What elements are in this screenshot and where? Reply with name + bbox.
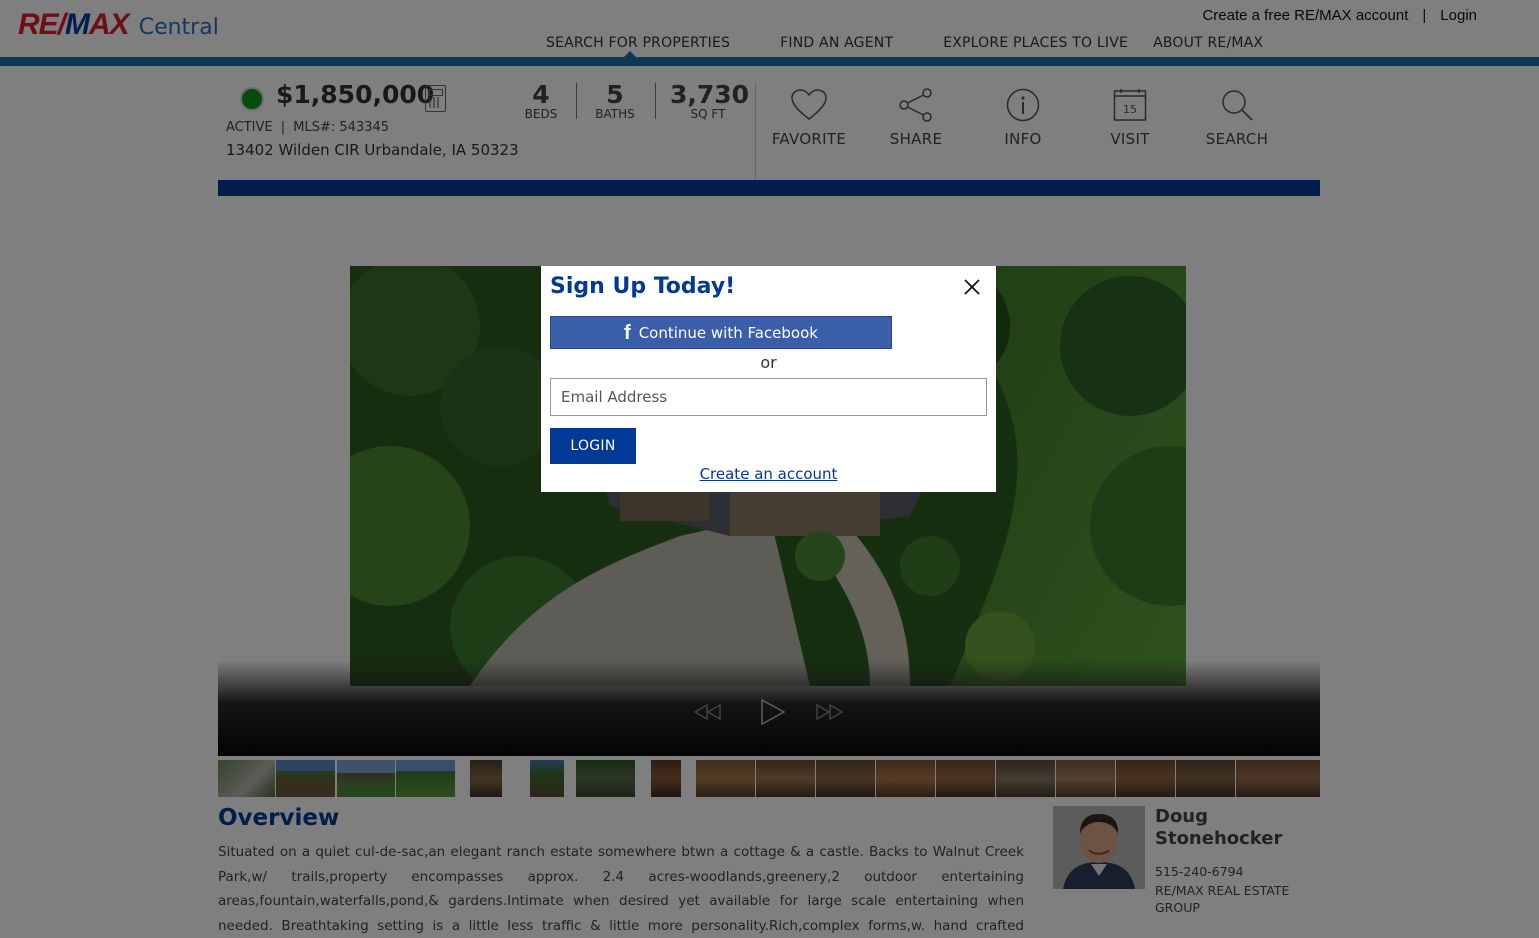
facebook-button-label: Continue with Facebook [638, 323, 818, 342]
create-account-link[interactable]: Create an account [541, 465, 996, 483]
facebook-icon: f [624, 321, 631, 344]
signup-modal: Sign Up Today! f Continue with Facebook … [541, 266, 996, 492]
modal-title: Sign Up Today! [550, 274, 736, 299]
close-icon[interactable] [963, 278, 981, 296]
email-field[interactable] [550, 378, 987, 416]
login-button[interactable]: LOGIN [550, 428, 636, 464]
continue-with-facebook-button[interactable]: f Continue with Facebook [550, 316, 892, 349]
or-separator: or [760, 353, 777, 372]
